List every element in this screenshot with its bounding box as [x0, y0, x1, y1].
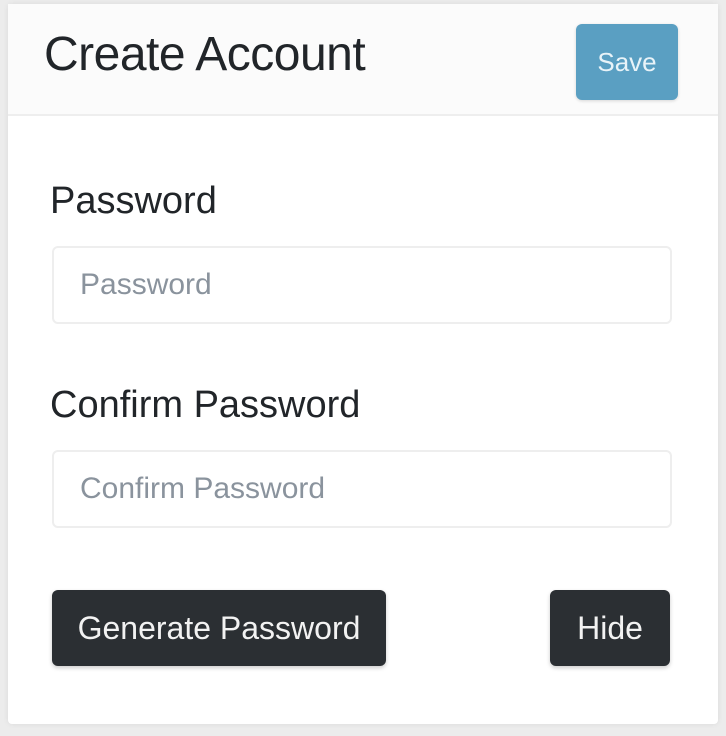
- create-account-card: Create Account Save Password Confirm Pas…: [8, 4, 718, 724]
- page-title: Create Account: [44, 28, 366, 81]
- save-button[interactable]: Save: [576, 24, 678, 100]
- card-body: Password Confirm Password Generate Passw…: [8, 116, 718, 724]
- password-label: Password: [50, 180, 217, 222]
- card-header: Create Account Save: [8, 4, 718, 116]
- generate-password-button[interactable]: Generate Password: [52, 590, 386, 666]
- confirm-password-label: Confirm Password: [50, 384, 361, 426]
- confirm-password-input[interactable]: [52, 450, 672, 528]
- password-input[interactable]: [52, 246, 672, 324]
- hide-button[interactable]: Hide: [550, 590, 670, 666]
